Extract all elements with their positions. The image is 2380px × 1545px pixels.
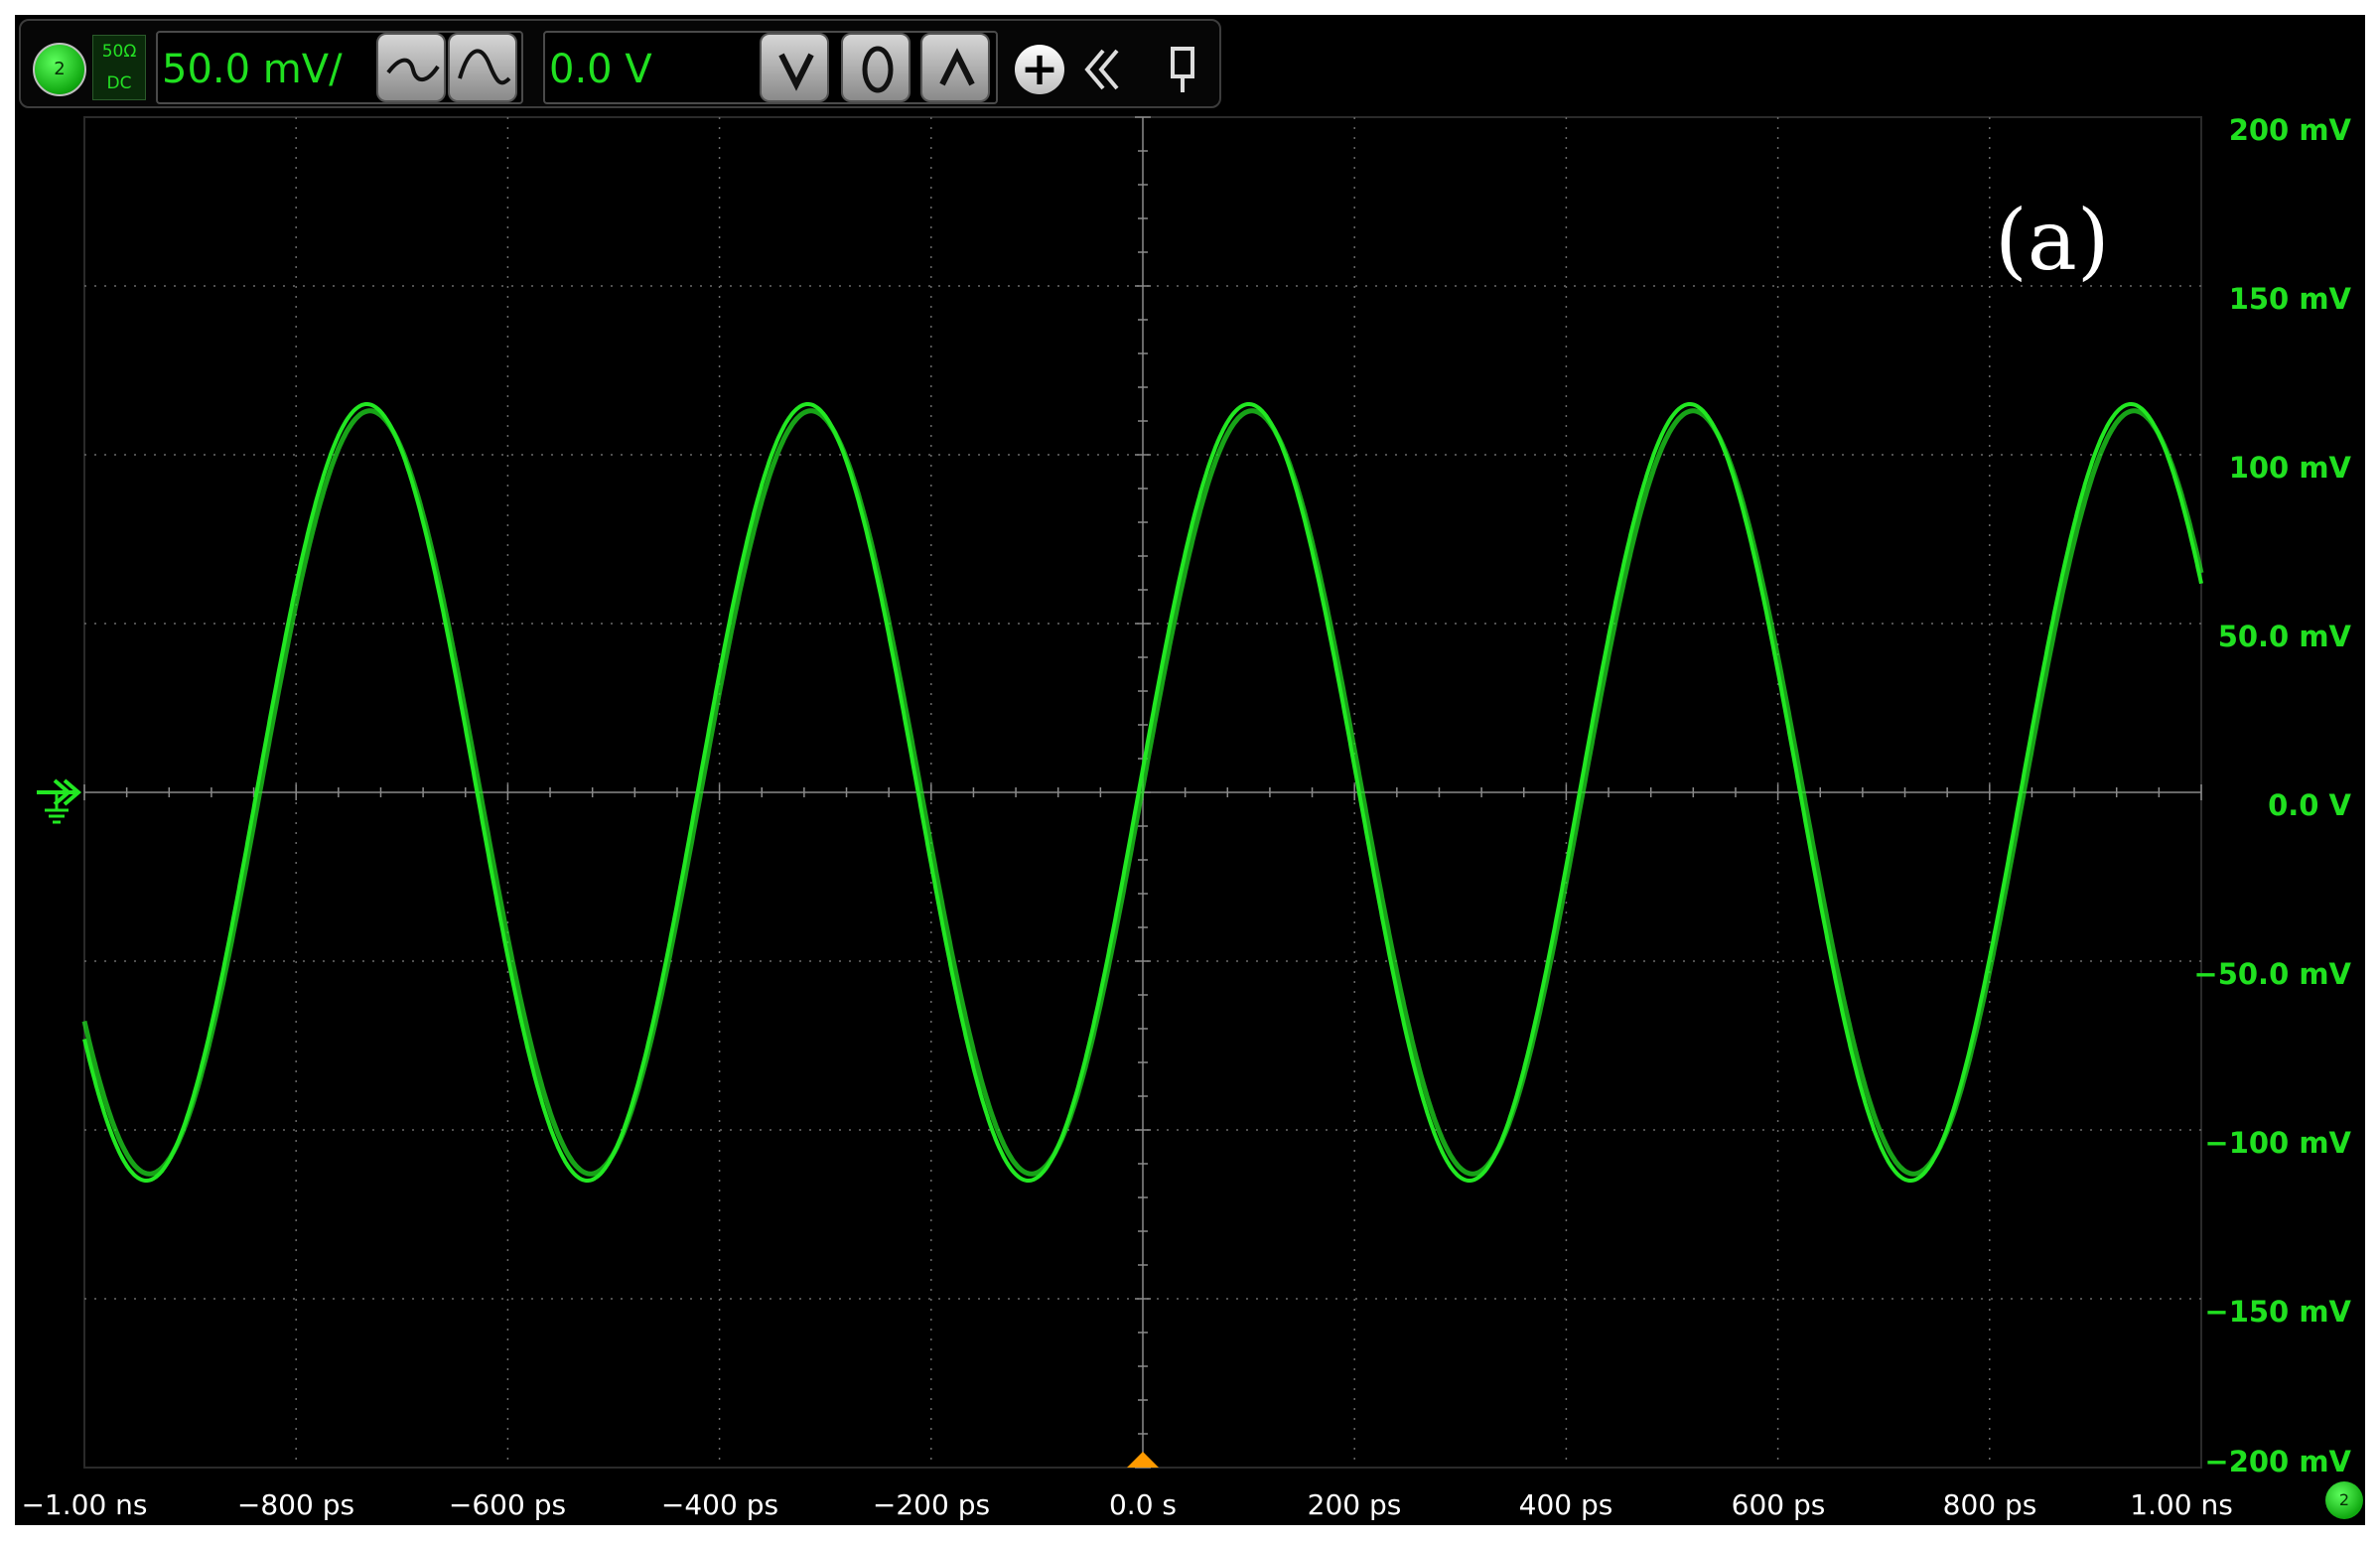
y-tick-label: −100 mV [2204,1126,2351,1160]
x-tick-label: 200 ps [1307,1488,1402,1521]
y-tick-label: 0.0 V [2268,788,2351,822]
y-tick-label: −50.0 mV [2193,957,2351,991]
x-tick-label: 600 ps [1731,1488,1826,1521]
x-tick-label: 1.00 ns [2130,1488,2233,1521]
trigger-position-marker[interactable] [1127,1452,1159,1468]
x-tick-label: −1.00 ns [21,1488,148,1521]
x-tick-label: −600 ps [448,1488,567,1521]
y-tick-label: 50.0 mV [2217,620,2351,653]
x-tick-label: −200 ps [872,1488,991,1521]
y-tick-label: 100 mV [2228,451,2351,485]
x-tick-label: 400 ps [1518,1488,1613,1521]
y-tick-label: −200 mV [2204,1445,2351,1478]
oscilloscope-display: 2 50Ω DC 50.0 mV/ 0.0 V + (a) 200 mV 150… [15,15,2365,1525]
y-tick-label: −150 mV [2204,1295,2351,1329]
ground-icon [45,794,69,824]
y-tick-label: 150 mV [2228,282,2351,316]
channel-corner-badge[interactable]: 2 [2325,1481,2363,1519]
x-tick-label: 0.0 s [1108,1488,1178,1521]
x-tick-label: 800 ps [1942,1488,2037,1521]
figure-annotation: (a) [1995,192,2110,289]
y-tick-label: 200 mV [2228,113,2351,147]
x-tick-label: −400 ps [660,1488,779,1521]
trigger-level-marker[interactable] [37,778,82,824]
x-tick-label: −800 ps [236,1488,355,1521]
